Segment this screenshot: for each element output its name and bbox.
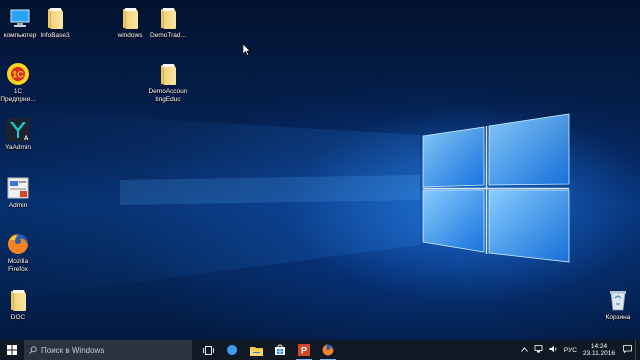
edge-icon [227, 344, 238, 355]
desktop-icon-demoaccountingeduc[interactable]: DemoAccountingEduc [148, 62, 188, 104]
taskbar-powerpoint[interactable]: P [292, 340, 316, 360]
desktop-icon-label: Admin [8, 202, 28, 209]
desktop-icon-firefox[interactable]: Mozilla Firefox [0, 232, 38, 274]
desktop-icon-admin[interactable]: Admin [0, 176, 38, 210]
task-view-button[interactable] [196, 340, 220, 360]
folder-icon [156, 62, 180, 86]
taskbar: Поиск в Windows P РУС 14:24 23.11.2016 [0, 340, 640, 360]
tray-network[interactable] [534, 345, 543, 355]
1c-enterprise-icon: 1C [6, 62, 30, 86]
network-icon [534, 345, 543, 353]
admin-document-icon [6, 176, 30, 200]
desktop-icon-label: DOC [10, 314, 26, 321]
yaadmin-icon: A [6, 118, 30, 142]
desktop-icon-label: DemoAccountingEduc [148, 88, 188, 103]
tray-language[interactable]: РУС [564, 347, 577, 354]
this-pc-icon [8, 6, 32, 30]
desktop-icon-label: Mozilla Firefox [7, 258, 29, 273]
desktop-icon-label: DemoTrad... [150, 32, 186, 39]
tray-volume[interactable] [549, 345, 558, 355]
task-view-icon [202, 345, 214, 355]
clock-date: 23.11.2016 [582, 350, 615, 357]
desktop-icon-windows[interactable]: windows [110, 6, 150, 40]
chevron-up-icon [521, 346, 528, 352]
folder-icon [156, 6, 180, 30]
folder-icon [118, 6, 142, 30]
firefox-icon [6, 232, 30, 256]
desktop-icon-label: InfoBase3 [40, 32, 70, 39]
wallpaper-windows-logo [0, 110, 570, 300]
show-hidden-icons-button[interactable] [521, 346, 528, 354]
desktop-icon-1c-enterprise[interactable]: 1C 1С Предприя... [0, 62, 38, 104]
search-icon [29, 346, 37, 354]
search-input[interactable]: Поиск в Windows [24, 340, 192, 360]
desktop-icon-recycle-bin[interactable]: Корзина [598, 288, 638, 322]
clock-time: 14:24 [590, 342, 608, 350]
mouse-pointer-icon [243, 44, 251, 56]
store-icon [275, 344, 285, 355]
folder-icon [6, 288, 30, 312]
action-center-button[interactable] [623, 345, 632, 355]
show-desktop-button[interactable] [635, 340, 640, 360]
recycle-bin-icon [606, 288, 630, 312]
taskbar-firefox[interactable] [316, 340, 340, 360]
windows-logo-icon [7, 345, 17, 355]
desktop-icon-computer[interactable]: компьютер [0, 6, 40, 40]
desktop-icon-label: компьютер [3, 32, 37, 39]
volume-icon [549, 345, 557, 353]
system-tray: РУС 14:24 23.11.2016 [518, 340, 640, 360]
start-button[interactable] [0, 340, 24, 360]
taskbar-edge[interactable] [220, 340, 244, 360]
search-placeholder: Поиск в Windows [41, 345, 105, 355]
folder-icon [43, 6, 67, 30]
desktop-icon-label: 1С Предприя... [0, 88, 36, 103]
firefox-icon [322, 344, 334, 356]
file-explorer-icon [249, 346, 263, 356]
svg-text:A: A [24, 136, 29, 142]
desktop-icon-yaadmin[interactable]: A YaAdmin [0, 118, 38, 152]
taskbar-store[interactable] [268, 340, 292, 360]
desktop-icon-label: windows [117, 32, 143, 39]
desktop-icon-label: YaAdmin [5, 144, 31, 151]
desktop[interactable]: компьютер InfoBase3 windows DemoTrad... … [0, 0, 640, 340]
svg-text:1C: 1C [12, 70, 24, 80]
clock[interactable]: 14:24 23.11.2016 [583, 343, 615, 358]
svg-text:P: P [301, 346, 307, 356]
powerpoint-icon: P [298, 344, 310, 356]
desktop-icon-infobase3[interactable]: InfoBase3 [35, 6, 75, 40]
notifications-icon [623, 345, 632, 354]
desktop-icon-doc[interactable]: DOC [0, 288, 38, 322]
desktop-icon-demotrad[interactable]: DemoTrad... [148, 6, 188, 40]
desktop-icon-label: Корзина [605, 314, 631, 321]
taskbar-file-explorer[interactable] [244, 340, 268, 360]
